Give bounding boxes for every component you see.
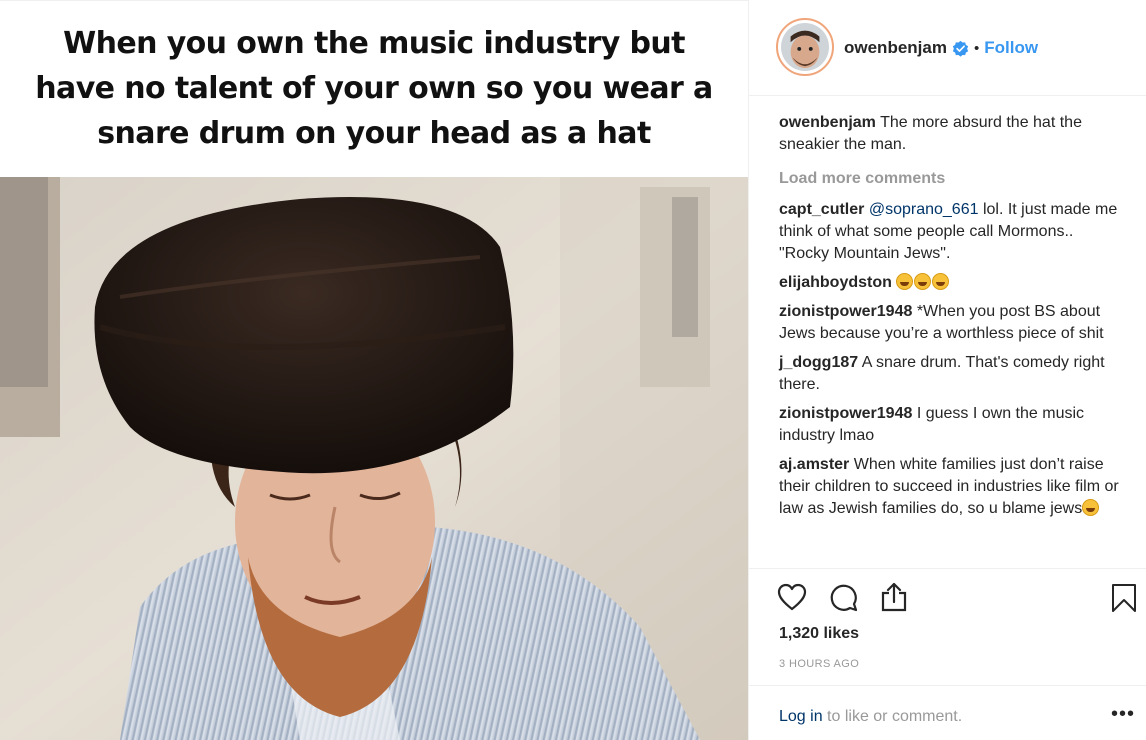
comment-username[interactable]: zionistpower1948 [779,405,912,422]
login-rest-text: to like or comment. [822,708,963,725]
post-media[interactable]: When you own the music industry but have… [0,0,748,740]
comment-mention[interactable]: @soprano_661 [869,201,979,218]
verified-badge-icon [952,40,969,57]
post-actions: 1,320 likes 3 HOURS AGO Log in to like o… [749,568,1146,740]
post-photo [0,177,748,740]
load-more-comments-button[interactable]: Load more comments [779,168,1124,190]
comment-item: aj.amster When white families just don’t… [779,454,1124,520]
comments-list: owenbenjam The more absurd the hat the s… [779,112,1124,527]
laughing-emoji-icon [1082,499,1100,516]
more-options-icon[interactable]: ••• [1111,703,1135,726]
comment-item: capt_cutler @soprano_661 lol. It just ma… [779,199,1124,265]
rofl-emoji-icon [896,273,914,290]
comment-item: zionistpower1948 I guess I own the music… [779,403,1124,447]
post-header: owenbenjam • Follow [749,0,1146,96]
avatar[interactable] [776,18,834,76]
rofl-emoji-icon [932,273,950,290]
comment-item: zionistpower1948 *When you post BS about… [779,301,1124,345]
rofl-emoji-icon [914,273,932,290]
comment-username[interactable]: aj.amster [779,456,849,473]
comment-username[interactable]: elijahboydston [779,274,892,291]
comment-username[interactable]: j_dogg187 [779,354,858,371]
bookmark-icon[interactable] [1111,583,1137,613]
meme-caption-panel: When you own the music industry but have… [0,0,748,176]
caption-comment: owenbenjam The more absurd the hat the s… [779,112,1124,156]
comment-username[interactable]: capt_cutler [779,201,864,218]
heart-icon[interactable] [777,583,807,611]
comment-item: j_dogg187 A snare drum. That's comedy ri… [779,352,1124,396]
header-username[interactable]: owenbenjam [844,38,947,58]
login-prompt-text: Log in to like or comment. [779,708,962,726]
post-timestamp[interactable]: 3 HOURS AGO [779,658,859,670]
avatar-image [781,23,829,71]
share-icon[interactable] [879,581,909,613]
separator-dot: • [973,39,980,57]
comment-item: elijahboydston [779,272,1124,294]
comment-username[interactable]: zionistpower1948 [779,303,912,320]
comment-username[interactable]: owenbenjam [779,114,876,131]
follow-button[interactable]: Follow [984,38,1038,58]
post-sidebar: owenbenjam • Follow owenbenjam The more … [748,0,1146,740]
meme-caption-text: When you own the music industry but have… [35,26,713,151]
header-user-row: owenbenjam • Follow [844,38,1038,58]
login-prompt: Log in to like or comment. ••• [749,685,1146,740]
login-link[interactable]: Log in [779,708,823,725]
likes-count[interactable]: 1,320 likes [779,625,859,643]
comment-bubble-icon[interactable] [829,583,859,613]
